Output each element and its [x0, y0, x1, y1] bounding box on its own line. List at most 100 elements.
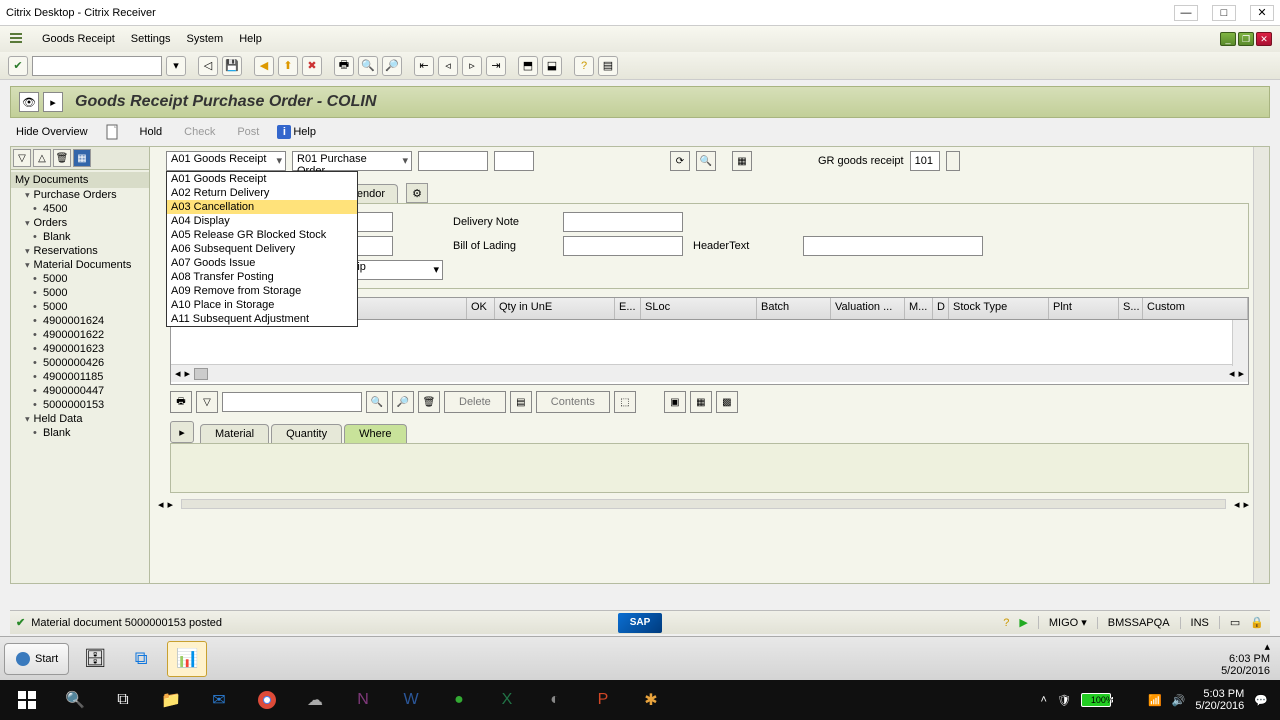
taskview-icon[interactable]: ⧉ — [100, 680, 146, 720]
minimize-button[interactable]: — — [1174, 5, 1198, 21]
tree-item[interactable]: 5000000153 — [11, 398, 149, 412]
find-icon[interactable]: 🔍 — [358, 56, 378, 76]
scroll-thumb[interactable] — [194, 368, 208, 380]
dropdown-option[interactable]: A04 Display — [167, 214, 357, 228]
tree-item[interactable]: 5000 — [11, 286, 149, 300]
first-page-icon[interactable]: ⇤ — [414, 56, 434, 76]
layout-icon[interactable]: ▤ — [598, 56, 618, 76]
sap-close-button[interactable]: ✕ — [1256, 32, 1272, 46]
scroll-right-icon[interactable]: ▸ — [185, 367, 191, 380]
status-play-icon[interactable]: ▶ — [1019, 616, 1027, 629]
tree-group-material-docs[interactable]: Material Documents — [11, 258, 149, 272]
dropdown-option[interactable]: A09 Remove from Storage — [167, 284, 357, 298]
menu-settings[interactable]: Settings — [131, 33, 171, 45]
sap-task-icon[interactable]: 📊 — [167, 641, 207, 677]
explorer-task-icon[interactable]: 🗄 — [75, 641, 115, 677]
content-vscroll[interactable] — [1253, 147, 1269, 583]
maximize-button[interactable]: □ — [1212, 5, 1236, 21]
new-session-icon[interactable]: ⬒ — [518, 56, 538, 76]
columns-icon[interactable]: ▦ — [73, 149, 91, 167]
header-text-input[interactable] — [803, 236, 983, 256]
tree-item[interactable]: 5000 — [11, 272, 149, 286]
find-grid-icon[interactable]: 🔍 — [366, 391, 388, 413]
tree-group-orders[interactable]: Orders — [11, 216, 149, 230]
collapse-up-icon[interactable]: △ — [33, 149, 51, 167]
grid-misc4-icon[interactable]: ▩ — [716, 391, 738, 413]
tree-item[interactable]: 4900001623 — [11, 342, 149, 356]
contents-button[interactable]: Contents — [536, 391, 610, 413]
overview-toggle-icon[interactable]: 👁 — [19, 92, 39, 112]
status-icon1[interactable]: ▭ — [1219, 616, 1240, 629]
detail-collapse-icon[interactable]: ▸ — [170, 421, 194, 443]
overview-toggle2-icon[interactable]: ▸ — [43, 92, 63, 112]
find-next-icon[interactable]: 🔎 — [382, 56, 402, 76]
word-icon[interactable]: W — [388, 680, 434, 720]
bottom-hscroll[interactable]: ◂ ▸ ◂ ▸ — [158, 497, 1249, 511]
tree-item[interactable]: 5000 — [11, 300, 149, 314]
dropdown-option[interactable]: A01 Goods Receipt — [167, 172, 357, 186]
back-icon[interactable]: ◁ — [198, 56, 218, 76]
windows-start-icon[interactable] — [4, 680, 50, 720]
tree-item[interactable]: Blank — [11, 426, 149, 440]
citrix-tray[interactable]: ▴ 6:03 PM 5/20/2016 — [1221, 640, 1276, 677]
tree-item[interactable]: 4900001624 — [11, 314, 149, 328]
menu-goods-receipt[interactable]: Goods Receipt — [42, 33, 115, 45]
grid-misc2-icon[interactable]: ▣ — [664, 391, 686, 413]
save-icon[interactable]: 💾 — [222, 56, 242, 76]
tree-item[interactable]: 4900001622 — [11, 328, 149, 342]
col-custom[interactable]: Custom — [1143, 298, 1248, 319]
nav-exit-icon[interactable]: ⬆ — [278, 56, 298, 76]
tab-quantity[interactable]: Quantity — [271, 424, 342, 443]
movement-type-input[interactable] — [910, 151, 940, 171]
dropdown-icon[interactable]: ▾ — [166, 56, 186, 76]
col-batch[interactable]: Batch — [757, 298, 831, 319]
col-sloc[interactable]: SLoc — [641, 298, 757, 319]
chrome-icon[interactable] — [244, 680, 290, 720]
ref-doc-input[interactable] — [418, 151, 488, 171]
scroll-right-icon[interactable]: ▸ — [168, 498, 174, 511]
cancel-icon[interactable]: ✖ — [302, 56, 322, 76]
delete-button[interactable]: Delete — [444, 391, 506, 413]
tray-up-icon[interactable]: ˄ — [1041, 694, 1047, 706]
ref-item-input[interactable] — [494, 151, 534, 171]
file-explorer-icon[interactable]: 📁 — [148, 680, 194, 720]
dropdown-option[interactable]: A06 Subsequent Delivery — [167, 242, 357, 256]
help-button[interactable]: i Help — [277, 125, 316, 139]
action-select[interactable]: A01 Goods Receipt — [166, 151, 286, 171]
status-icon2[interactable]: 🔒 — [1250, 616, 1264, 629]
new-doc-icon[interactable] — [106, 124, 122, 140]
dropdown-option[interactable]: A05 Release GR Blocked Stock — [167, 228, 357, 242]
trash-icon[interactable]: 🗑 — [418, 391, 440, 413]
powerpoint-icon[interactable]: P — [580, 680, 626, 720]
movement-help-icon[interactable] — [946, 151, 960, 171]
reference-select[interactable]: R01 Purchase Order — [292, 151, 412, 171]
grid-vscroll[interactable] — [1232, 320, 1248, 366]
tree-item[interactable]: 4900001185 — [11, 370, 149, 384]
check-button[interactable]: Check — [180, 124, 219, 140]
col-e[interactable]: E... — [615, 298, 641, 319]
dropdown-option[interactable]: A02 Return Delivery — [167, 186, 357, 200]
menu-help[interactable]: Help — [239, 33, 262, 45]
scroll-right2-icon[interactable]: ▸ — [1238, 367, 1244, 380]
tree-group-purchase-orders[interactable]: Purchase Orders — [11, 188, 149, 202]
hold-button[interactable]: Hold — [136, 124, 167, 140]
scroll-left2-icon[interactable]: ◂ — [1229, 367, 1235, 380]
sap-restore-button[interactable]: ❐ — [1238, 32, 1254, 46]
find-next-grid-icon[interactable]: 🔎 — [392, 391, 414, 413]
start-button[interactable]: Start — [4, 643, 69, 675]
dropdown-option[interactable]: A03 Cancellation — [167, 200, 357, 214]
powershell-task-icon[interactable]: ⧉ — [121, 641, 161, 677]
scroll-left-icon[interactable]: ◂ — [175, 367, 181, 380]
command-field[interactable] — [32, 56, 162, 76]
grid-misc1-icon[interactable]: ⬚ — [614, 391, 636, 413]
notifications-icon[interactable]: 💬 — [1254, 694, 1268, 707]
expand-down-icon[interactable]: ▽ — [13, 149, 31, 167]
dropdown-option[interactable]: A08 Transfer Posting — [167, 270, 357, 284]
print-icon[interactable]: 🖶 — [334, 56, 354, 76]
tab-config-icon[interactable]: ⚙ — [406, 183, 428, 203]
prev-page-icon[interactable]: ◃ — [438, 56, 458, 76]
help-icon[interactable]: ? — [574, 56, 594, 76]
tree-group-reservations[interactable]: Reservations — [11, 244, 149, 258]
wifi-icon[interactable]: 📶 — [1148, 694, 1162, 707]
col-s[interactable]: S... — [1119, 298, 1143, 319]
